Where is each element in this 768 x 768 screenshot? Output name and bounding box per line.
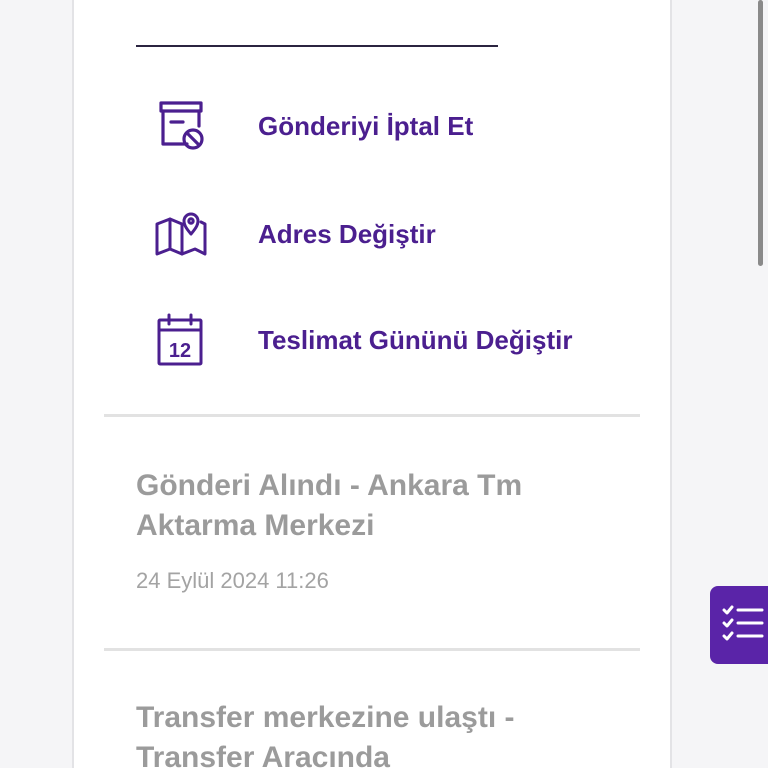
calendar-icon: 12 <box>150 312 210 368</box>
event-divider <box>104 648 640 651</box>
change-delivery-day-label: Teslimat Gününü Değiştir <box>258 324 573 355</box>
checklist-icon <box>722 604 764 647</box>
change-address-label: Adres Değiştir <box>258 218 436 249</box>
cancel-shipment-label: Gönderiyi İptal Et <box>258 110 474 141</box>
map-pin-icon <box>150 206 210 262</box>
calendar-day-number: 12 <box>169 340 191 362</box>
cancel-shipment-button[interactable]: Gönderiyi İptal Et <box>150 98 473 154</box>
event-title: Transfer merkezine ulaştı - Transfer Ara… <box>136 701 515 768</box>
event-title: Gönderi Alındı - Ankara Tm Aktarma Merke… <box>136 469 523 542</box>
checklist-fab-button[interactable] <box>710 586 768 664</box>
change-delivery-day-button[interactable]: 12 Teslimat Gününü Değiştir <box>150 312 572 368</box>
cancel-shipment-icon <box>150 98 210 154</box>
top-divider <box>136 45 498 47</box>
page: Gönderiyi İptal Et Adres Değiştir 12 Tes… <box>0 0 768 768</box>
event-time: 24 Eylül 2024 11:26 <box>136 568 329 593</box>
scrollbar[interactable] <box>758 0 763 266</box>
change-address-button[interactable]: Adres Değiştir <box>150 206 436 262</box>
section-divider <box>104 414 640 417</box>
